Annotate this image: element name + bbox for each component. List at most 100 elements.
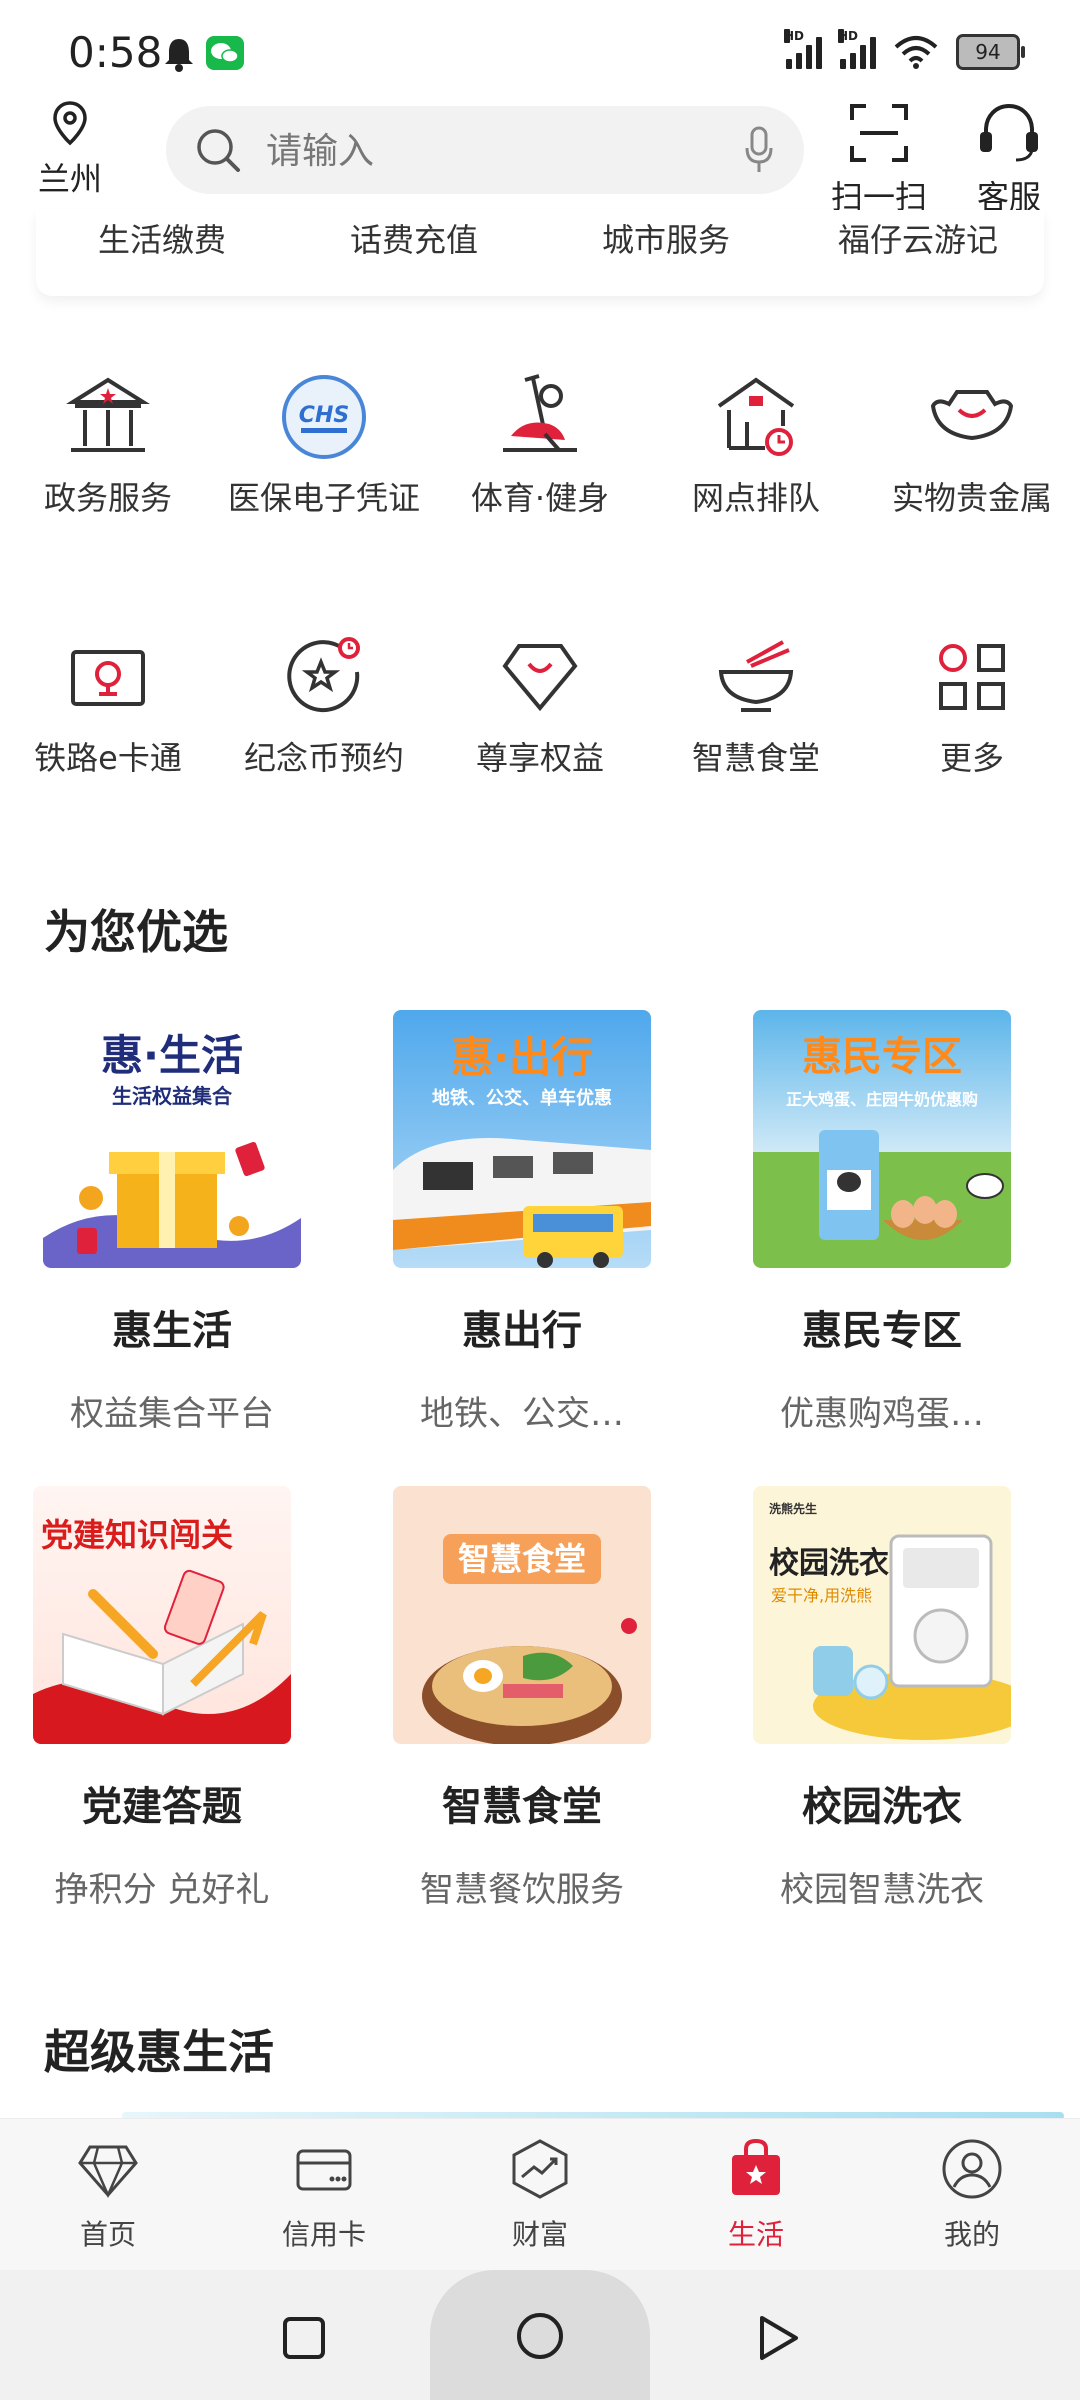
banner-title-hui-life: 惠·生活 <box>101 1031 243 1080</box>
banner-title-hui-min-zone: 惠民专区 <box>802 1034 962 1080</box>
grid-label-government-service: 政务服务 <box>43 479 172 517</box>
card-hui-travel[interactable]: 惠·出行 地铁、公交、单车优惠 惠出行 地铁、公交… <box>372 1010 672 1435</box>
railway-card-icon <box>71 650 145 706</box>
card-image-hui-life: 惠·生活 生活权益集合 <box>43 1010 301 1268</box>
battery-icon: 94 <box>956 34 1025 70</box>
quick-link-fuzai-tour[interactable]: 福仔云游记 <box>792 210 1044 270</box>
header: 兰州 扫一扫 客服 <box>0 100 1080 216</box>
status-bar: 0:58 HD HD 94 <box>0 0 1080 100</box>
tab-profile[interactable]: 我的 <box>882 2137 1062 2253</box>
banner-title-hui-travel: 惠·出行 <box>451 1033 593 1082</box>
card-subtitle-campus-laundry: 校园智慧洗衣 <box>780 1870 984 1910</box>
card-smart-canteen[interactable]: 智慧食堂 智慧食堂 智慧餐饮服务 <box>372 1486 672 1911</box>
quick-link-city-services[interactable]: 城市服务 <box>540 210 792 270</box>
customer-service-button[interactable]: 客服 <box>962 102 1056 218</box>
noodle-bowl-illustration <box>422 1618 637 1744</box>
card-subtitle-hui-min-zone: 优惠购鸡蛋… <box>780 1394 984 1434</box>
tab-wealth[interactable]: 财富 <box>450 2137 630 2253</box>
location-label: 兰州 <box>37 160 102 198</box>
diamond-home-icon <box>78 2145 138 2199</box>
search-bar[interactable] <box>166 106 804 196</box>
quick-links-card: 生活缴费 话费充值 城市服务 福仔云游记 <box>36 210 1044 296</box>
microphone-icon[interactable] <box>744 126 774 174</box>
quick-link-phone-topup[interactable]: 话费充值 <box>288 210 540 270</box>
scan-icon <box>850 104 908 162</box>
search-icon <box>197 129 240 172</box>
recent-apps-icon[interactable] <box>280 2314 328 2362</box>
branch-queue-icon <box>717 377 795 456</box>
tab-label-wealth: 财富 <box>511 2218 568 2251</box>
train-illustration <box>393 1138 651 1268</box>
card-title-hui-travel: 惠出行 <box>462 1308 582 1354</box>
tab-credit-card[interactable]: 信用卡 <box>234 2137 414 2253</box>
credit-card-icon <box>296 2149 352 2191</box>
card-title-smart-canteen: 智慧食堂 <box>442 1784 602 1830</box>
banner-title-party-quiz: 党建知识闯关 <box>41 1516 234 1554</box>
quick-link-utility-payment[interactable]: 生活缴费 <box>36 210 288 270</box>
card-image-smart-canteen: 智慧食堂 <box>393 1486 651 1744</box>
tab-label-credit-card: 信用卡 <box>281 2218 366 2251</box>
grid-item-more[interactable]: 更多 <box>864 632 1080 780</box>
grid-item-commemorative-coin[interactable]: 纪念币预约 <box>216 632 432 780</box>
grid-item-railway-card[interactable]: 铁路e卡通 <box>0 632 216 780</box>
government-icon <box>66 377 150 452</box>
grid-label-sports-fitness: 体育·健身 <box>470 479 610 517</box>
grid-item-branch-queue[interactable]: 网点排队 <box>648 372 864 520</box>
tab-life[interactable]: 生活 <box>666 2137 846 2253</box>
milk-eggs-illustration <box>819 1130 1004 1240</box>
grid-item-exclusive-benefits[interactable]: 尊享权益 <box>432 632 648 780</box>
tab-label-home: 首页 <box>79 2218 136 2251</box>
banner-subtitle-hui-travel: 地铁、公交、单车优惠 <box>432 1088 612 1109</box>
card-image-party-quiz: 党建知识闯关 <box>33 1486 291 1744</box>
tab-label-life: 生活 <box>727 2218 784 2251</box>
card-party-quiz[interactable]: 党建知识闯关 党建答题 挣积分 兑好礼 <box>12 1486 312 1911</box>
card-title-campus-laundry: 校园洗衣 <box>802 1784 962 1830</box>
grid-label-exclusive-benefits: 尊享权益 <box>475 739 604 777</box>
grid-item-medical-insurance[interactable]: CHS 医保电子凭证 <box>216 372 432 520</box>
location-pin-icon <box>53 101 87 146</box>
status-time: 0:58 <box>68 28 163 77</box>
grid-label-medical-insurance: 医保电子凭证 <box>227 479 420 517</box>
tab-label-profile: 我的 <box>943 2218 1000 2251</box>
grid-label-branch-queue: 网点排队 <box>691 479 820 517</box>
card-subtitle-hui-life: 权益集合平台 <box>70 1394 274 1434</box>
card-title-hui-min-zone: 惠民专区 <box>802 1308 962 1354</box>
diamond-icon <box>502 644 578 712</box>
section-title-super-life: 超级惠生活 <box>44 2025 274 2079</box>
card-image-hui-min-zone: 惠民专区 正大鸡蛋、庄园牛奶优惠购 <box>753 1010 1011 1268</box>
bowl-icon <box>718 640 794 712</box>
wechat-icon <box>206 36 244 70</box>
section-title-featured: 为您优选 <box>44 905 228 959</box>
location-selector[interactable]: 兰州 <box>30 100 110 200</box>
wifi-icon <box>894 36 938 69</box>
search-input[interactable] <box>264 106 698 196</box>
card-hui-life[interactable]: 惠·生活 生活权益集合 惠生活 权益集合平台 <box>22 1010 322 1435</box>
back-triangle-icon[interactable] <box>754 2314 802 2362</box>
card-subtitle-party-quiz: 挣积分 兑好礼 <box>54 1870 270 1910</box>
headset-icon <box>980 103 1038 162</box>
gold-ingot-icon <box>930 390 1014 441</box>
card-image-campus-laundry: 洗熊先生 校园洗衣 爱干净,用洗熊 <box>753 1486 1011 1744</box>
grid-item-sports-fitness[interactable]: 体育·健身 <box>432 372 648 520</box>
card-campus-laundry[interactable]: 洗熊先生 校园洗衣 爱干净,用洗熊 校园洗衣 校园智慧洗衣 <box>732 1486 1032 1911</box>
home-circle-icon[interactable] <box>514 2310 566 2362</box>
exercise-bike-icon <box>503 374 577 452</box>
grid-item-government-service[interactable]: 政务服务 <box>0 372 216 520</box>
card-title-hui-life: 惠生活 <box>112 1308 232 1354</box>
card-subtitle-hui-travel: 地铁、公交… <box>420 1394 624 1434</box>
grid-item-smart-canteen[interactable]: 智慧食堂 <box>648 632 864 780</box>
card-subtitle-smart-canteen: 智慧餐饮服务 <box>420 1870 624 1910</box>
banner-title-smart-canteen: 智慧食堂 <box>443 1534 601 1584</box>
shopping-bag-icon <box>732 2138 780 2195</box>
card-hui-min-zone[interactable]: 惠民专区 正大鸡蛋、庄园牛奶优惠购 惠民专区 优惠购鸡蛋… <box>732 1010 1032 1435</box>
commemorative-coin-icon <box>287 637 360 713</box>
gift-box-illustration <box>43 1141 301 1268</box>
tab-home[interactable]: 首页 <box>18 2137 198 2253</box>
wealth-chart-icon <box>512 2139 568 2199</box>
signal-1-icon: HD <box>784 29 822 69</box>
grid-item-precious-metals[interactable]: 实物贵金属 <box>864 372 1080 520</box>
svg-text:CHS: CHS <box>299 403 349 428</box>
card-image-hui-travel: 惠·出行 地铁、公交、单车优惠 <box>393 1010 651 1268</box>
grid-label-railway-card: 铁路e卡通 <box>34 739 182 777</box>
scan-button[interactable]: 扫一扫 <box>824 102 934 218</box>
